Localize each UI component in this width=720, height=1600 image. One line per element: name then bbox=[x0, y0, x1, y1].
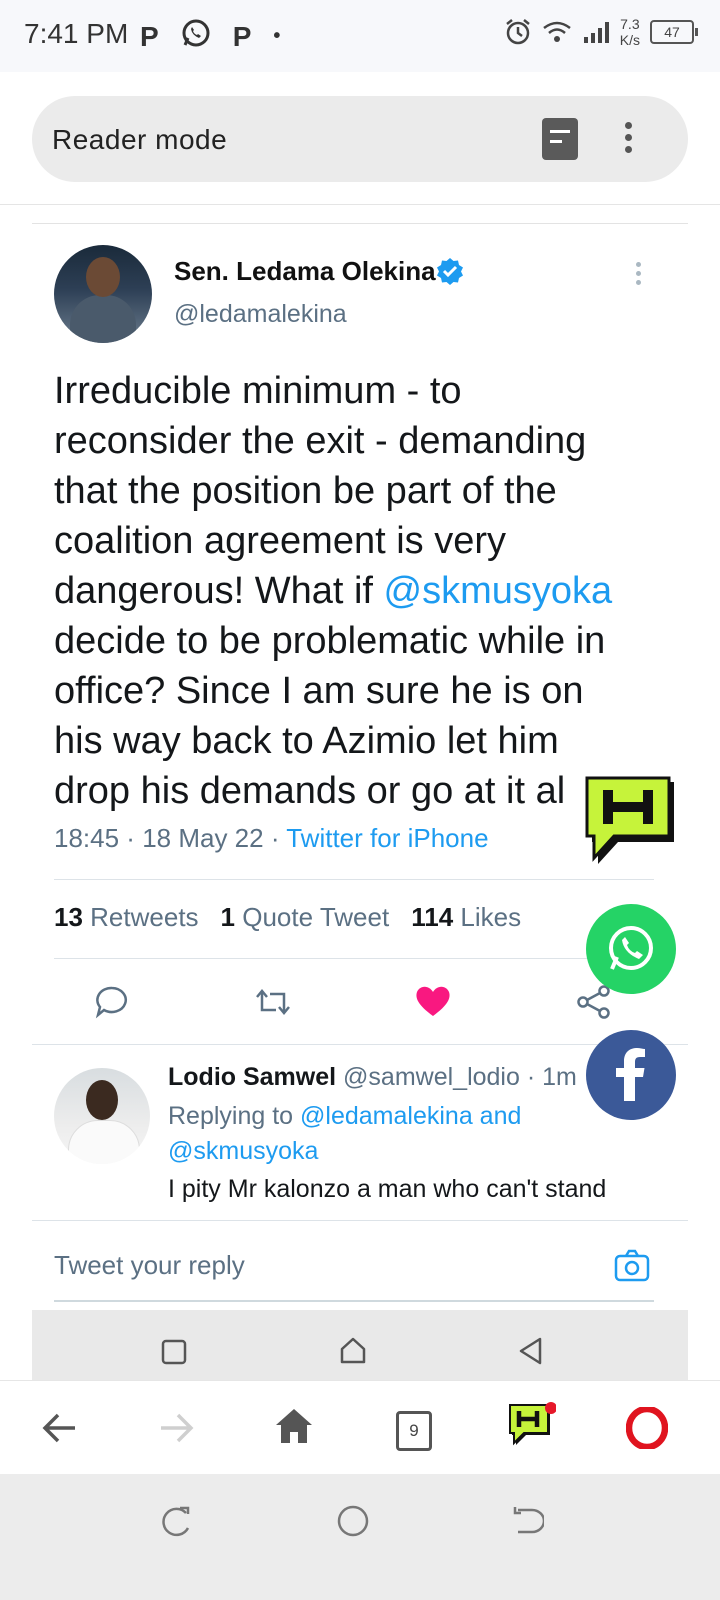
opera-menu-icon[interactable] bbox=[626, 1407, 668, 1449]
status-time: 7:41 PM bbox=[24, 18, 129, 49]
browser-bottom-bar: 9 bbox=[0, 1380, 720, 1475]
webview-nav-strip bbox=[32, 1310, 688, 1380]
back-arrow-icon[interactable] bbox=[42, 1411, 78, 1445]
author-name[interactable]: Sen. Ledama Olekina bbox=[174, 256, 436, 287]
status-bar: 7:41 PM P P • 7.3 K/s 47 bbox=[0, 0, 720, 72]
wifi-icon bbox=[543, 21, 571, 42]
divider bbox=[32, 223, 688, 224]
like-heart-icon[interactable] bbox=[414, 984, 452, 1018]
likes-stat[interactable]: 114 Likes bbox=[411, 902, 521, 933]
tweet-stats: 13 Retweets 1 Quote Tweet 114 Likes bbox=[54, 902, 521, 933]
facebook-share-button[interactable] bbox=[586, 1030, 676, 1120]
quote-tweets-stat[interactable]: 1 Quote Tweet bbox=[221, 902, 390, 933]
retweet-icon[interactable] bbox=[254, 984, 292, 1020]
whatsapp-icon bbox=[609, 926, 653, 970]
divider bbox=[32, 1044, 688, 1045]
forward-arrow-icon[interactable] bbox=[158, 1411, 194, 1445]
tweet-source-link[interactable]: Twitter for iPhone bbox=[286, 823, 488, 853]
status-right: 7.3 K/s 47 bbox=[504, 16, 698, 48]
reply-author[interactable]: Lodio Samwel @samwel_lodio · 1m bbox=[168, 1063, 577, 1092]
p-notification-icon: P bbox=[140, 20, 159, 52]
signal-icon bbox=[583, 22, 609, 43]
alarm-icon bbox=[505, 19, 530, 45]
reply-author-avatar[interactable] bbox=[54, 1068, 150, 1164]
author-handle[interactable]: @ledamalekina bbox=[174, 300, 347, 329]
reply-icon[interactable] bbox=[94, 984, 130, 1020]
system-recents-icon[interactable] bbox=[160, 1504, 192, 1538]
tweet-meta: 18:45 · 18 May 22 · Twitter for iPhone bbox=[54, 823, 489, 853]
verified-badge-icon bbox=[437, 258, 463, 285]
tweet-date: 18 May 22 bbox=[142, 823, 264, 853]
p-notification-icon: P bbox=[232, 20, 252, 52]
h-app-icon[interactable] bbox=[506, 1401, 556, 1451]
divider bbox=[54, 879, 654, 880]
share-icon[interactable] bbox=[576, 984, 612, 1020]
recent-apps-icon[interactable] bbox=[160, 1338, 188, 1366]
tabs-button[interactable]: 9 bbox=[396, 1411, 432, 1451]
camera-icon[interactable] bbox=[614, 1248, 650, 1284]
battery-icon: 47 bbox=[650, 20, 698, 44]
tweet-text: Irreducible minimum - to reconsider the … bbox=[54, 370, 613, 812]
whatsapp-notification-icon bbox=[181, 18, 211, 55]
home-icon[interactable] bbox=[338, 1336, 368, 1366]
tweet-more-icon[interactable] bbox=[636, 262, 642, 289]
more-options-icon[interactable] bbox=[622, 122, 634, 158]
net-speed: 7.3 K/s bbox=[619, 16, 640, 48]
divider bbox=[54, 958, 654, 959]
home-icon[interactable] bbox=[274, 1407, 314, 1445]
reader-mode-icon[interactable] bbox=[542, 118, 578, 160]
author-avatar[interactable] bbox=[54, 245, 152, 343]
divider bbox=[32, 1220, 688, 1221]
reader-mode-label: Reader mode bbox=[52, 124, 228, 155]
dot-icon: • bbox=[273, 25, 281, 47]
reader-mode-bar[interactable]: Reader mode bbox=[32, 96, 688, 182]
whatsapp-share-button[interactable] bbox=[586, 904, 676, 994]
system-nav-bar bbox=[0, 1474, 720, 1600]
replying-to-link[interactable]: @ledamalekina bbox=[300, 1102, 473, 1130]
tweet-reply-input[interactable]: Tweet your reply bbox=[54, 1250, 245, 1281]
system-back-icon[interactable] bbox=[512, 1504, 544, 1538]
h-floating-icon[interactable] bbox=[584, 776, 678, 868]
retweets-stat[interactable]: 13 Retweets bbox=[54, 902, 199, 933]
browser-top-bar: Reader mode bbox=[0, 72, 720, 205]
replying-to: Replying to @ledamalekina and @skmusyoka bbox=[168, 1102, 522, 1165]
mention-link[interactable]: @skmusyoka bbox=[384, 570, 613, 612]
reply-text: I pity Mr kalonzo a man who can't stand bbox=[168, 1175, 607, 1203]
tweet-time: 18:45 bbox=[54, 823, 120, 853]
replying-to-link[interactable]: @skmusyoka bbox=[168, 1137, 318, 1165]
back-triangle-icon[interactable] bbox=[516, 1336, 546, 1366]
reply-input-underline bbox=[54, 1300, 654, 1302]
system-home-icon[interactable] bbox=[336, 1504, 370, 1538]
facebook-icon bbox=[616, 1048, 645, 1101]
notification-icons: P P • bbox=[140, 18, 280, 55]
